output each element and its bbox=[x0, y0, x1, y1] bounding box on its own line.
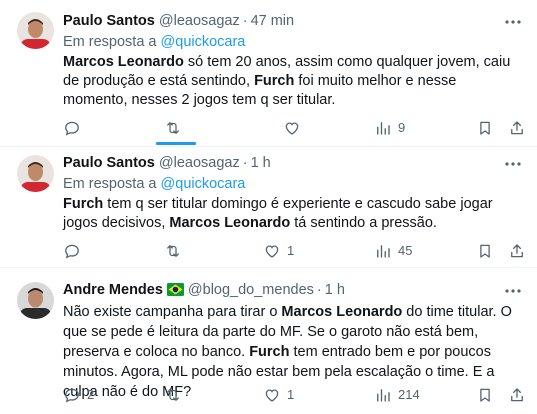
share-icon bbox=[511, 244, 523, 258]
retweet-button[interactable] bbox=[164, 241, 188, 261]
more-icon[interactable] bbox=[503, 12, 523, 32]
share-icon bbox=[511, 388, 523, 402]
reply-prefix: Em resposta a bbox=[63, 34, 157, 50]
reply-button[interactable]: 2 bbox=[63, 385, 94, 405]
retweet-focus-indicator bbox=[156, 142, 196, 145]
bookmark-button[interactable] bbox=[476, 385, 494, 405]
reply-icon bbox=[65, 121, 79, 136]
bookmark-icon bbox=[480, 244, 490, 258]
reply-mention-link[interactable]: @quickocara bbox=[161, 34, 246, 50]
reply-button[interactable] bbox=[63, 118, 87, 138]
tweet-text: Marcos Leonardo só tem 20 anos, assim co… bbox=[63, 53, 521, 110]
action-bar: 2 1 214 bbox=[63, 385, 533, 405]
more-icon[interactable] bbox=[503, 154, 523, 174]
text-segment: Furch bbox=[63, 196, 104, 212]
timestamp[interactable]: 47 min bbox=[251, 13, 295, 29]
bookmark-icon bbox=[480, 388, 490, 402]
reply-count: 2 bbox=[87, 387, 95, 402]
retweet-icon bbox=[167, 389, 179, 401]
like-button[interactable]: 1 bbox=[263, 241, 294, 261]
avatar-image bbox=[17, 282, 54, 319]
tweet-header: Paulo Santos @leaosagaz · 1 h bbox=[63, 153, 271, 173]
views-icon bbox=[377, 245, 390, 258]
like-count: 1 bbox=[287, 243, 295, 258]
author-name[interactable]: Paulo Santos bbox=[63, 13, 155, 29]
reply-icon bbox=[65, 388, 79, 403]
share-button[interactable] bbox=[508, 241, 526, 261]
separator-dot: · bbox=[242, 13, 248, 29]
separator-dot: · bbox=[316, 282, 322, 298]
author-handle[interactable]: @blog_do_mendes bbox=[188, 282, 314, 298]
text-segment: Marcos Leonardo bbox=[63, 54, 184, 70]
tweet-header: Andre Mendes @blog_do_mendes · 1 h bbox=[63, 280, 345, 300]
brazil-flag-icon bbox=[166, 282, 184, 302]
views-button[interactable]: 45 bbox=[374, 241, 412, 261]
views-icon bbox=[377, 389, 390, 402]
tweet-1[interactable]: Paulo Santos @leaosagaz · 47 min Em respos… bbox=[0, 0, 537, 146]
views-count: 45 bbox=[398, 243, 413, 258]
text-segment: Furch bbox=[254, 73, 295, 89]
timestamp[interactable]: 1 h bbox=[325, 282, 345, 298]
bookmark-icon bbox=[480, 121, 490, 135]
tweet-header: Paulo Santos @leaosagaz · 47 min bbox=[63, 11, 294, 31]
views-icon bbox=[377, 122, 390, 135]
share-icon bbox=[511, 121, 523, 135]
author-name[interactable]: Paulo Santos bbox=[63, 155, 155, 171]
tweet-text: Furch tem q ser titular domingo é experi… bbox=[63, 195, 521, 233]
text-segment: Marcos Leonardo bbox=[169, 215, 291, 231]
retweet-button[interactable] bbox=[164, 118, 188, 138]
reply-button[interactable] bbox=[63, 241, 87, 261]
separator-dot: · bbox=[242, 155, 248, 171]
like-icon bbox=[265, 389, 279, 402]
tweet-2[interactable]: Paulo Santos @leaosagaz · 1 h Em resposta … bbox=[0, 147, 537, 265]
views-button[interactable]: 214 bbox=[374, 385, 420, 405]
more-icon[interactable] bbox=[503, 281, 523, 301]
views-count: 9 bbox=[398, 120, 406, 135]
avatar-image bbox=[17, 12, 54, 49]
views-count: 214 bbox=[398, 387, 420, 402]
action-bar: 9 bbox=[63, 118, 533, 138]
like-button[interactable]: 1 bbox=[263, 385, 294, 405]
retweet-icon bbox=[167, 245, 179, 257]
author-name[interactable]: Andre Mendes bbox=[63, 282, 163, 298]
reply-icon bbox=[65, 244, 79, 259]
bookmark-button[interactable] bbox=[476, 241, 494, 261]
author-handle[interactable]: @leaosagaz bbox=[159, 155, 240, 171]
action-bar: 1 45 bbox=[63, 241, 533, 261]
bookmark-button[interactable] bbox=[476, 118, 494, 138]
like-button[interactable] bbox=[283, 118, 307, 138]
author-handle[interactable]: @leaosagaz bbox=[159, 13, 240, 29]
retweet-button[interactable] bbox=[164, 385, 188, 405]
like-icon bbox=[265, 245, 279, 258]
avatar[interactable] bbox=[17, 12, 54, 49]
retweet-icon bbox=[167, 122, 179, 134]
avatar[interactable] bbox=[17, 155, 54, 192]
like-count: 1 bbox=[287, 387, 295, 402]
text-segment: tá sentindo a pressão. bbox=[290, 215, 437, 231]
share-button[interactable] bbox=[508, 118, 526, 138]
views-button[interactable]: 9 bbox=[374, 118, 405, 138]
text-segment: Não existe campanha para tirar o bbox=[63, 304, 282, 320]
text-segment: Marcos Leonardo bbox=[281, 304, 403, 320]
timestamp[interactable]: 1 h bbox=[251, 155, 271, 171]
avatar-image bbox=[17, 155, 54, 192]
reply-context: Em resposta a @quickocara bbox=[63, 175, 245, 194]
reply-context: Em resposta a @quickocara bbox=[63, 33, 245, 52]
text-segment: Furch bbox=[249, 344, 290, 360]
avatar[interactable] bbox=[17, 282, 54, 319]
reply-prefix: Em resposta a bbox=[63, 176, 157, 192]
share-button[interactable] bbox=[508, 385, 526, 405]
like-icon bbox=[285, 122, 299, 135]
tweet-3[interactable]: Andre Mendes @blog_do_mendes · 1 h Não exis… bbox=[0, 268, 537, 414]
reply-mention-link[interactable]: @quickocara bbox=[161, 176, 246, 192]
